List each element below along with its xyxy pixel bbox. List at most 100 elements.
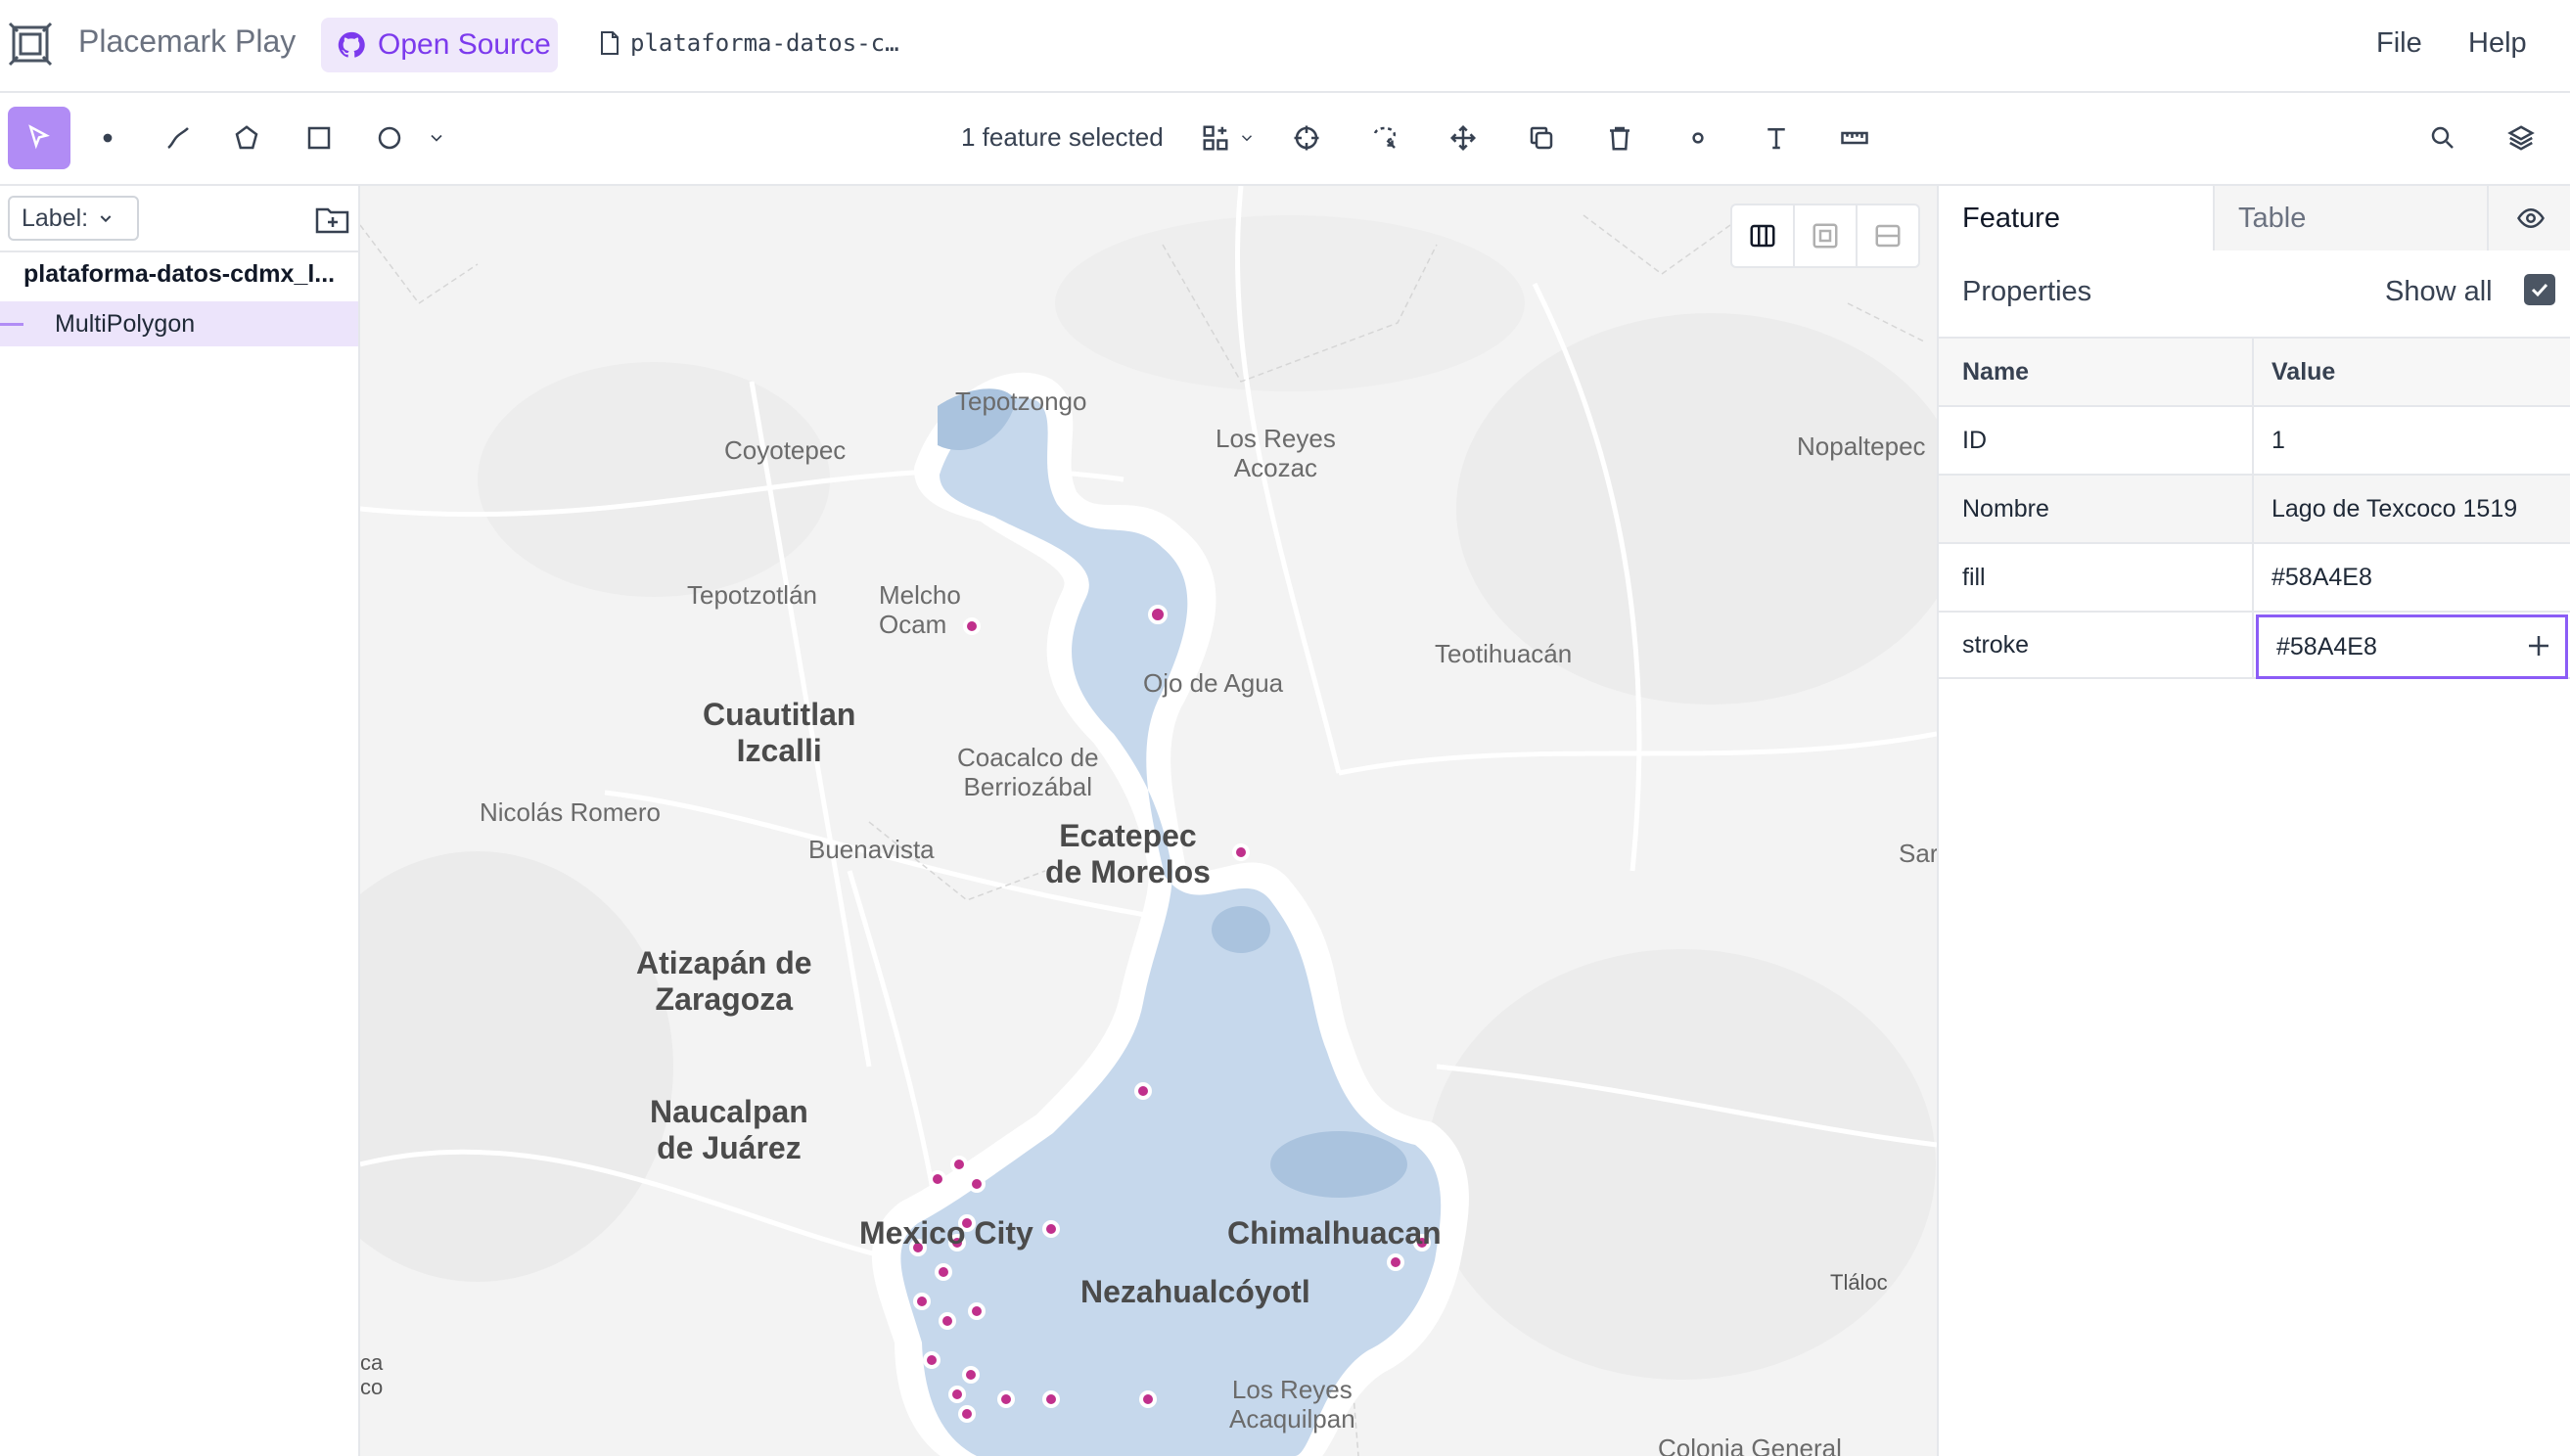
vertex-button[interactable] [1667,107,1729,169]
placemark-logo-icon[interactable] [8,22,53,67]
columns-icon [1750,224,1775,248]
text-icon [1767,128,1785,150]
tab-table[interactable]: Table [2213,186,2487,250]
place-label-line: Acozac [1233,452,1318,482]
show-all-checkbox[interactable] [2524,274,2555,305]
place-label: Coacalco de Berriozábal [957,743,1099,802]
point-tool-button[interactable] [76,107,139,169]
place-label-line: Coacalco de [957,743,1099,772]
label-dropdown[interactable]: Label: [8,196,139,241]
chevron-down-icon [100,215,112,223]
divider [0,250,358,252]
property-name[interactable]: fill [1939,544,2254,611]
select-tool-button[interactable] [8,107,70,169]
open-source-button[interactable]: Open Source [321,18,558,72]
place-label: Atizapán de Zaragoza [636,945,812,1018]
place-label-line: Berriozábal [963,771,1093,801]
place-label-line: Ocam [879,609,947,639]
place-label: Teotihuacán [1435,639,1573,668]
line-tool-button[interactable] [147,107,209,169]
properties-table: Name Value ID 1 Nombre Lago de Texcoco 1… [1939,337,2570,679]
select-icon [28,124,50,150]
property-name[interactable]: ID [1939,407,2254,474]
center-button[interactable] [1275,107,1338,169]
place-label: Buenavista [808,835,935,864]
split-vertical-button[interactable] [1732,205,1795,266]
layer-swatch [0,322,23,326]
rectangle-icon [307,126,331,150]
point-icon [103,133,113,143]
copy-icon [1530,126,1553,150]
github-icon [338,31,365,58]
plus-icon[interactable] [2524,631,2553,660]
property-name[interactable]: Nombre [1939,476,2254,542]
file-entry[interactable]: plataforma-datos-cdmx_l... [23,260,335,289]
place-label-line: Cuautitlan [703,697,856,732]
crosshair-icon [1294,125,1319,151]
search-button[interactable] [2411,107,2474,169]
selection-status: 1 feature selected [961,122,1164,152]
place-label-line: Melcho [879,580,961,610]
tab-feature[interactable]: Feature [1939,186,2213,250]
move-button[interactable] [1432,107,1494,169]
rectangle-tool-button[interactable] [288,107,350,169]
left-panel: Label: plataforma-datos-cdmx_l... MultiP… [0,186,360,1456]
property-value[interactable]: 1 [2254,407,2570,474]
toolbar: 1 feature selected [0,93,2570,186]
ruler-icon [1841,131,1868,145]
circle-tool-button[interactable] [358,107,421,169]
top-bar: Placemark Play Open Source plataforma-da… [0,0,2570,93]
new-folder-icon[interactable] [315,204,350,235]
property-value[interactable]: #58A4E8 [2254,544,2570,611]
table-row: stroke #58A4E8 [1939,611,2570,679]
group-menu-button[interactable] [1237,107,1257,169]
place-label: Coyotepec [724,435,847,465]
visibility-button[interactable] [2487,186,2570,250]
place-label: Sar [1899,839,1937,868]
view-mode-toggle [1730,204,1920,268]
properties-title: Properties [1962,276,2092,307]
property-name[interactable]: stroke [1939,613,2254,677]
show-all-label: Show all [2385,276,2493,307]
place-label-line: co [360,1375,384,1400]
place-label: Ecatepec de Morelos [1045,818,1211,890]
place-label: Nopaltepec [1797,432,1926,461]
measure-button[interactable] [1823,107,1886,169]
place-label-line: ca [360,1350,384,1375]
layer-label: MultiPolygon [55,309,196,338]
full-view-button[interactable] [1795,205,1858,266]
polygon-tool-button[interactable] [215,107,278,169]
place-label-line: Los Reyes [1216,424,1336,453]
file-name-label: plataforma-datos-c… [630,29,899,57]
place-label: Los Reyes Acaquilpan [1229,1375,1355,1434]
place-label: ca co [360,1350,383,1400]
place-label-line: Atizapán de [636,945,812,980]
layer-item[interactable]: MultiPolygon [0,301,358,346]
chevron-down-icon [1241,135,1253,142]
file-name[interactable]: plataforma-datos-c… [599,29,899,57]
property-value[interactable]: Lago de Texcoco 1519 [2254,476,2570,542]
shape-menu-button[interactable] [415,107,458,169]
delete-button[interactable] [1588,107,1651,169]
menu-file[interactable]: File [2376,27,2422,60]
column-header-name: Name [1939,339,2254,405]
polygon-icon [235,125,258,150]
place-label: Cuautitlan Izcalli [703,697,855,769]
table-row: fill #58A4E8 [1939,542,2570,611]
open-source-label: Open Source [378,28,551,61]
duplicate-button[interactable] [1510,107,1573,169]
lasso-button[interactable] [1354,107,1416,169]
split-horizontal-button[interactable] [1858,205,1918,266]
layers-button[interactable] [2490,107,2552,169]
layers-icon [2507,125,2535,151]
text-tool-button[interactable] [1745,107,1808,169]
place-label: Chimalhuacan [1227,1215,1442,1251]
rows-icon [1875,224,1901,248]
menu-help[interactable]: Help [2468,27,2527,60]
map-canvas[interactable]: Coyotepec Los Reyes Acozac Nopaltepec Te… [360,186,1937,1456]
place-label-line: de Juárez [657,1129,802,1165]
property-value-input[interactable]: #58A4E8 [2256,614,2568,679]
lasso-icon [1373,126,1397,149]
place-label-line: Los Reyes [1231,1375,1353,1404]
file-icon [601,31,619,55]
